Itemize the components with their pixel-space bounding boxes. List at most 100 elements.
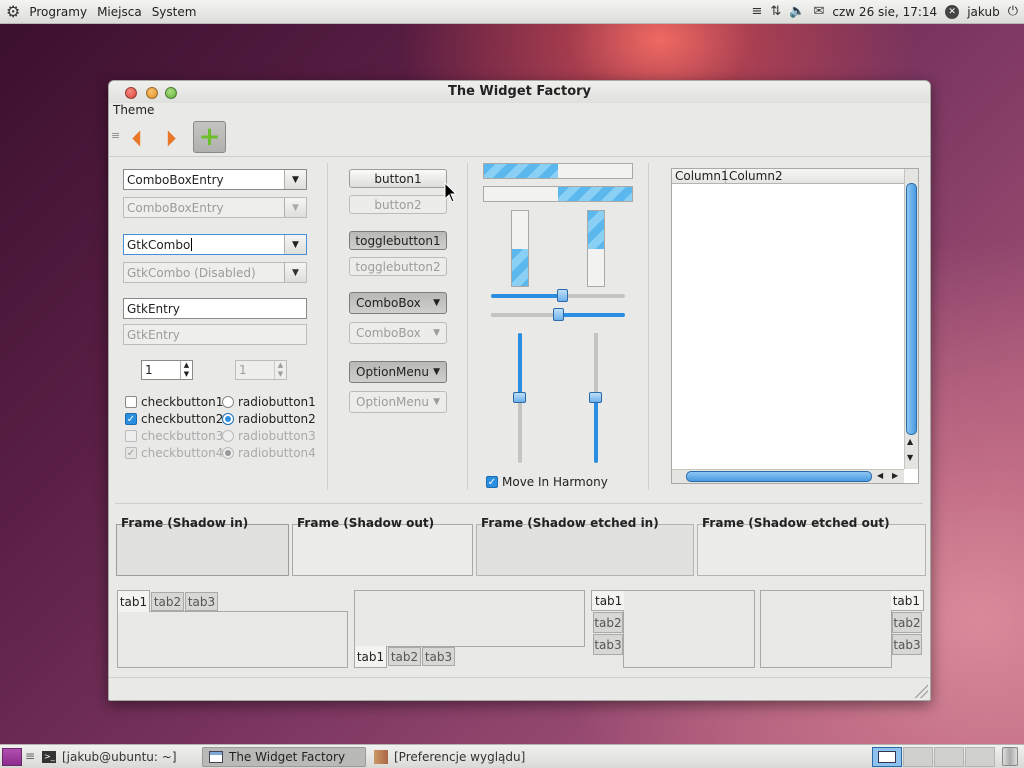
chevron-down-icon: ▼ bbox=[284, 198, 306, 217]
task-appearance-label: [Preferencje wyglądu] bbox=[394, 750, 526, 764]
window-icon bbox=[209, 751, 223, 763]
scale-handle[interactable] bbox=[589, 392, 602, 403]
scrollbar-thumb[interactable] bbox=[906, 183, 917, 435]
notebook-right-tab3[interactable]: tab3 bbox=[892, 634, 922, 655]
indicator-menu-icon[interactable]: ≡ bbox=[752, 4, 763, 19]
notebook-right-tab2[interactable]: tab2 bbox=[892, 612, 922, 633]
notebook-top-tab2[interactable]: tab2 bbox=[151, 592, 184, 611]
panel-grip-icon[interactable]: ≡ bbox=[25, 749, 35, 763]
radio-selected-icon[interactable] bbox=[222, 413, 234, 425]
notebook-right-tab1[interactable]: tab1 bbox=[891, 590, 924, 611]
network-icon[interactable]: ⇅ bbox=[770, 4, 781, 19]
notebook-top-tab3[interactable]: tab3 bbox=[185, 592, 218, 611]
trash-icon[interactable] bbox=[1002, 747, 1018, 766]
notebook-bottom-tab3[interactable]: tab3 bbox=[422, 647, 455, 666]
chevron-down-icon[interactable]: ▼ bbox=[284, 235, 306, 254]
combobox-entry-1[interactable]: ComboBoxEntry ▼ bbox=[123, 169, 307, 190]
tab-label: tab1 bbox=[119, 594, 148, 609]
scroll-up-icon[interactable]: ▲ bbox=[907, 437, 913, 446]
workspace-2[interactable] bbox=[903, 747, 933, 767]
scale-vertical-2[interactable] bbox=[589, 333, 602, 463]
menu-system[interactable]: System bbox=[147, 5, 202, 19]
workspace-4[interactable] bbox=[965, 747, 995, 767]
resize-grip-icon[interactable] bbox=[914, 684, 928, 698]
scroll-down-icon[interactable]: ▼ bbox=[907, 453, 913, 462]
button-2-disabled: button2 bbox=[349, 195, 447, 214]
notebook-left-tab2[interactable]: tab2 bbox=[593, 612, 623, 633]
scale-handle[interactable] bbox=[553, 308, 564, 321]
top-panel: ⚙ Programy Miejsca System ≡ ⇅ 🔈 ✉ czw 26… bbox=[0, 0, 1024, 24]
move-in-harmony-check[interactable]: ✓ Move In Harmony bbox=[486, 475, 608, 489]
checkbox-icon[interactable] bbox=[125, 396, 137, 408]
radio-icon[interactable] bbox=[222, 396, 234, 408]
chevron-down-icon[interactable]: ▼ bbox=[284, 170, 306, 189]
scroll-right-icon[interactable]: ▶ bbox=[892, 471, 898, 480]
task-appearance-preferences[interactable]: [Preferencje wyglądu] bbox=[368, 747, 548, 767]
scale-vertical-1[interactable] bbox=[513, 333, 526, 463]
add-button[interactable]: + bbox=[193, 121, 226, 153]
go-back-icon[interactable]: ⏴ bbox=[123, 125, 151, 153]
scrollbar-thumb[interactable] bbox=[686, 471, 872, 482]
vertical-scrollbar[interactable]: ▲ ▼ bbox=[904, 169, 918, 469]
horizontal-scrollbar[interactable]: ◀ ▶ bbox=[672, 469, 904, 483]
tree-view[interactable]: Column1 Column2 ▲ ▼ ◀ ▶ bbox=[671, 168, 919, 484]
go-forward-icon[interactable]: ⏵ bbox=[157, 125, 185, 153]
shutdown-icon[interactable]: ⏻ bbox=[1008, 4, 1018, 19]
togglebutton-1[interactable]: togglebutton1 bbox=[349, 231, 447, 250]
checkbutton-2[interactable]: ✓ checkbutton2 bbox=[125, 412, 223, 426]
workspace-3[interactable] bbox=[934, 747, 964, 767]
checkbox-checked-icon[interactable]: ✓ bbox=[486, 476, 498, 488]
bottom-panel: ≡ >_ [jakub@ubuntu: ~] The Widget Factor… bbox=[0, 744, 1024, 768]
gtk-combo-1[interactable]: GtkCombo ▼ bbox=[123, 234, 307, 255]
gtk-entry-1[interactable]: GtkEntry bbox=[123, 298, 307, 319]
spin-button-1[interactable]: 1 ▲ ▼ bbox=[141, 360, 193, 380]
radiobutton-3-disabled: radiobutton3 bbox=[222, 429, 316, 443]
mail-icon[interactable]: ✉ bbox=[814, 4, 825, 19]
scale-handle[interactable] bbox=[513, 392, 526, 403]
scale-handle[interactable] bbox=[557, 289, 568, 302]
scale-horizontal-1[interactable] bbox=[491, 289, 625, 302]
ubuntu-logo-icon[interactable]: ⚙ bbox=[0, 2, 24, 21]
notebook-top-tab1[interactable]: tab1 bbox=[117, 590, 150, 612]
volume-icon[interactable]: 🔈 bbox=[789, 4, 805, 19]
menu-programy[interactable]: Programy bbox=[24, 5, 92, 19]
gtk-entry-2-disabled: GtkEntry bbox=[123, 324, 307, 345]
task-widget-factory[interactable]: The Widget Factory bbox=[202, 747, 366, 767]
toolbar-grip-icon[interactable]: ≡ bbox=[111, 129, 120, 142]
checkbox-checked-icon[interactable]: ✓ bbox=[125, 413, 137, 425]
scale-horizontal-2[interactable] bbox=[491, 308, 625, 321]
checkbutton-1[interactable]: checkbutton1 bbox=[125, 395, 223, 409]
menu-miejsca[interactable]: Miejsca bbox=[92, 5, 147, 19]
notebook-bottom-tab1[interactable]: tab1 bbox=[354, 646, 387, 668]
menu-theme[interactable]: Theme bbox=[113, 103, 154, 117]
notebook-left-tab1[interactable]: tab1 bbox=[591, 590, 624, 611]
frame-shadow-etched-out-label: Frame (Shadow etched out) bbox=[702, 516, 890, 530]
task-terminal-label: [jakub@ubuntu: ~] bbox=[62, 750, 177, 764]
checkbox-icon bbox=[125, 430, 137, 442]
button-1[interactable]: button1 bbox=[349, 169, 447, 188]
frame-shadow-etched-in bbox=[476, 524, 694, 576]
notebook-bottom-page bbox=[354, 590, 585, 647]
optionmenu-1[interactable]: OptionMenu ▼ bbox=[349, 361, 447, 383]
column-header-1[interactable]: Column1 bbox=[672, 169, 729, 183]
combobox-button-1[interactable]: ComboBox ▼ bbox=[349, 292, 447, 314]
task-terminal[interactable]: >_ [jakub@ubuntu: ~] bbox=[36, 747, 198, 767]
toolbar: ≡ ⏴ ⏵ + bbox=[109, 119, 930, 157]
notebook-bottom-tab2[interactable]: tab2 bbox=[388, 647, 421, 666]
user-status-icon[interactable]: ✕ bbox=[945, 4, 960, 19]
workspace-1[interactable] bbox=[872, 747, 902, 767]
show-desktop-icon[interactable] bbox=[2, 748, 22, 766]
scroll-left-icon[interactable]: ◀ bbox=[877, 471, 883, 480]
checkbutton-2-label: checkbutton2 bbox=[141, 412, 224, 426]
button-2-label: button2 bbox=[374, 197, 422, 212]
clock[interactable]: czw 26 sie, 17:14 bbox=[832, 5, 937, 19]
togglebutton-2-label: togglebutton2 bbox=[355, 259, 441, 274]
user-name[interactable]: jakub bbox=[967, 5, 1000, 19]
radiobutton-1[interactable]: radiobutton1 bbox=[222, 395, 316, 409]
title-bar[interactable]: The Widget Factory bbox=[109, 81, 930, 103]
notebook-left-tab3[interactable]: tab3 bbox=[593, 634, 623, 655]
radiobutton-2[interactable]: radiobutton2 bbox=[222, 412, 316, 426]
menu-bar: Theme bbox=[109, 103, 930, 119]
column-header-2[interactable]: Column2 bbox=[726, 169, 783, 183]
spin-arrows-icon[interactable]: ▲ ▼ bbox=[180, 361, 192, 379]
